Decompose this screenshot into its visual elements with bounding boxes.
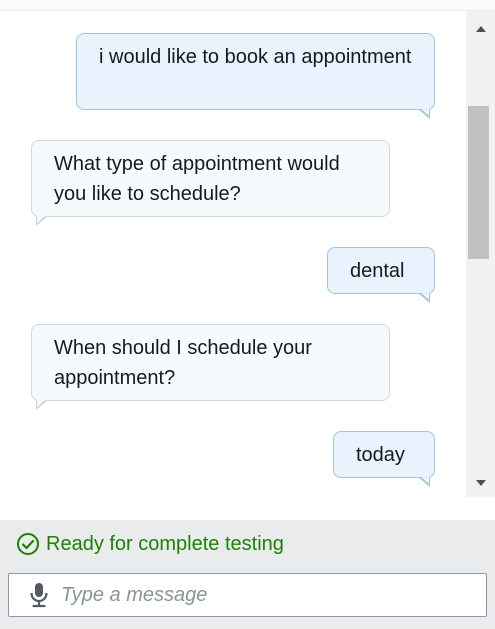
bubble-tail: [418, 108, 430, 119]
status-panel: Ready for complete testing: [0, 520, 495, 629]
message-text: i would like to book an appointment: [99, 46, 412, 68]
check-circle-icon: [16, 532, 40, 556]
microphone-icon[interactable]: [29, 582, 49, 608]
bubble-tail: [36, 215, 48, 226]
status-indicator: Ready for complete testing: [16, 530, 284, 558]
scroll-down-button[interactable]: [466, 473, 495, 493]
bot-message: What type of appointment would you like …: [31, 140, 390, 226]
message-input[interactable]: [61, 583, 461, 607]
scroll-thumb[interactable]: [468, 106, 489, 259]
chat-transcript: i would like to book an appointment What…: [0, 11, 466, 520]
bubble-tail: [418, 476, 430, 487]
status-text: Ready for complete testing: [46, 532, 284, 555]
bubble-tail: [36, 399, 48, 410]
bubble-tail: [418, 292, 430, 303]
arrow-up-icon: [475, 26, 486, 32]
user-message: today: [333, 431, 435, 487]
message-composer[interactable]: [8, 573, 487, 617]
message-text: When should I schedule your appointment?: [54, 337, 312, 389]
user-message: dental: [327, 247, 435, 303]
message-text: dental: [350, 260, 405, 282]
user-message: i would like to book an appointment: [76, 33, 435, 119]
arrow-down-icon: [475, 480, 486, 486]
message-text: What type of appointment would you like …: [54, 153, 340, 205]
scroll-up-button[interactable]: [466, 19, 495, 39]
message-text: today: [356, 444, 405, 466]
chat-scrollbar[interactable]: [466, 11, 495, 497]
top-bar: [0, 0, 495, 11]
bot-message: When should I schedule your appointment?: [31, 324, 390, 410]
